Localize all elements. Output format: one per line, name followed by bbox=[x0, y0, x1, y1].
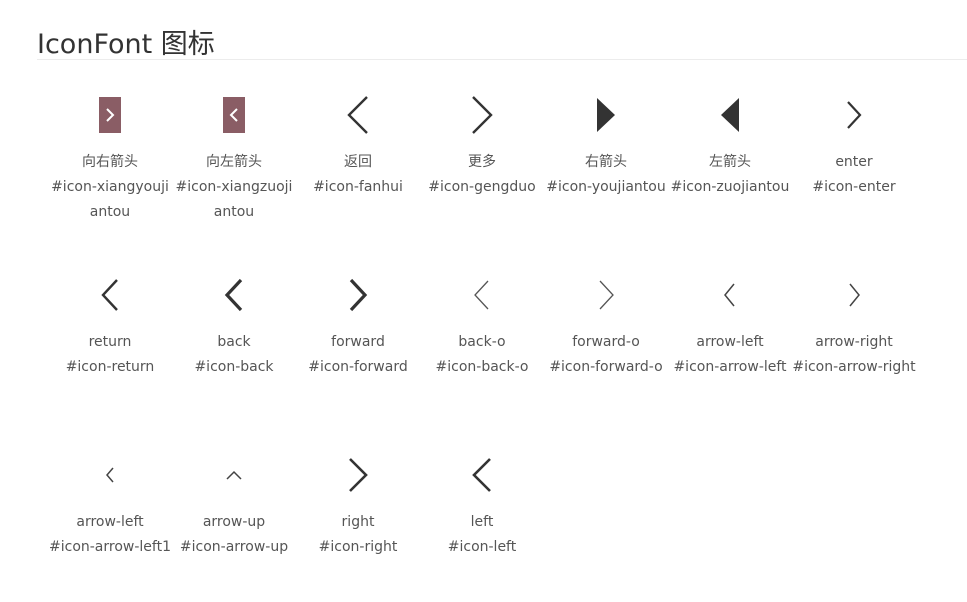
icon-code: #icon-xiangyoujiantou bbox=[51, 179, 169, 220]
arrow-left-boxed-icon bbox=[223, 97, 245, 133]
icon-card[interactable]: 向右箭头 #icon-xiangyoujiantou bbox=[48, 80, 172, 225]
triangle-left-icon bbox=[720, 97, 740, 133]
page-title: IconFont 图标 bbox=[37, 29, 215, 60]
icon-card[interactable]: forward-o #icon-forward-o bbox=[544, 260, 668, 380]
icon-label: right bbox=[341, 514, 375, 530]
chevron-right-icon bbox=[845, 100, 863, 130]
icon-label: 向左箭头 bbox=[206, 154, 262, 170]
icon-label: back bbox=[217, 334, 251, 350]
chevron-right-large-icon bbox=[470, 95, 494, 135]
icon-card[interactable]: 返回 #icon-fanhui bbox=[296, 80, 420, 200]
icon-code: #icon-enter bbox=[812, 179, 896, 195]
icon-code: #icon-right bbox=[318, 539, 398, 555]
icon-card[interactable]: arrow-right #icon-arrow-right bbox=[792, 260, 916, 380]
icon-code: #icon-left bbox=[447, 539, 517, 555]
icon-card[interactable]: 左箭头 #icon-zuojiantou bbox=[668, 80, 792, 200]
icon-label: 返回 bbox=[344, 154, 372, 170]
chevron-left-large-icon bbox=[346, 95, 370, 135]
icon-label: 更多 bbox=[468, 154, 496, 170]
icon-code: #icon-return bbox=[65, 359, 155, 375]
icon-code: #icon-arrow-up bbox=[179, 539, 289, 555]
icon-card[interactable]: 更多 #icon-gengduo bbox=[420, 80, 544, 200]
icon-code: #icon-zuojiantou bbox=[670, 179, 790, 195]
chevron-right-thin-icon bbox=[596, 278, 616, 312]
icon-code: #icon-xiangzuojiantou bbox=[175, 179, 293, 220]
chevron-right-bold-icon bbox=[348, 278, 368, 312]
icon-label: arrow-left bbox=[696, 334, 764, 350]
icon-card[interactable]: arrow-left #icon-arrow-left bbox=[668, 260, 792, 380]
icon-code: #icon-arrow-left1 bbox=[49, 539, 171, 555]
icon-card[interactable]: right #icon-right bbox=[296, 440, 420, 560]
icon-code: #icon-gengduo bbox=[428, 179, 536, 195]
icon-card[interactable]: back-o #icon-back-o bbox=[420, 260, 544, 380]
icon-label: arrow-up bbox=[202, 514, 266, 530]
icon-label: forward bbox=[331, 334, 385, 350]
chevron-left-small-icon bbox=[722, 282, 738, 308]
icon-code: #icon-youjiantou bbox=[546, 179, 666, 195]
icon-code: #icon-fanhui bbox=[313, 179, 403, 195]
icon-card[interactable]: arrow-up #icon-arrow-up bbox=[172, 440, 296, 560]
icon-label: enter bbox=[835, 154, 873, 170]
arrow-right-boxed-icon bbox=[99, 97, 121, 133]
icon-label: return bbox=[88, 334, 132, 350]
chevron-left-bold-icon bbox=[224, 278, 244, 312]
icon-label: 向右箭头 bbox=[82, 154, 138, 170]
icon-code: #icon-forward-o bbox=[549, 359, 663, 375]
icon-label: left bbox=[470, 514, 494, 530]
icon-card[interactable]: 向左箭头 #icon-xiangzuojiantou bbox=[172, 80, 296, 225]
icon-label: forward-o bbox=[572, 334, 640, 350]
chevron-right-medium-icon bbox=[347, 457, 369, 493]
chevron-right-small-icon bbox=[846, 282, 862, 308]
triangle-right-icon bbox=[596, 97, 616, 133]
icon-label: back-o bbox=[458, 334, 506, 350]
icon-card[interactable]: back #icon-back bbox=[172, 260, 296, 380]
icon-label: 左箭头 bbox=[709, 154, 751, 170]
icon-card[interactable]: return #icon-return bbox=[48, 260, 172, 380]
icon-label: arrow-left bbox=[76, 514, 144, 530]
icon-label: arrow-right bbox=[815, 334, 893, 350]
icon-label: 右箭头 bbox=[585, 154, 627, 170]
icon-card[interactable]: left #icon-left bbox=[420, 440, 544, 560]
icon-card[interactable]: 右箭头 #icon-youjiantou bbox=[544, 80, 668, 200]
chevron-left-medium-icon bbox=[471, 457, 493, 493]
chevron-left-icon bbox=[100, 278, 120, 312]
icon-code: #icon-forward bbox=[308, 359, 408, 375]
chevron-left-tiny-icon bbox=[105, 466, 115, 484]
icon-code: #icon-back-o bbox=[435, 359, 529, 375]
icon-code: #icon-arrow-right bbox=[792, 359, 916, 375]
icon-card[interactable]: arrow-left #icon-arrow-left1 bbox=[48, 440, 172, 560]
icon-code: #icon-back bbox=[194, 359, 274, 375]
icon-card[interactable]: enter #icon-enter bbox=[792, 80, 916, 200]
icon-card[interactable]: forward #icon-forward bbox=[296, 260, 420, 380]
title-divider bbox=[37, 59, 967, 60]
chevron-left-thin-icon bbox=[472, 278, 492, 312]
icon-code: #icon-arrow-left bbox=[673, 359, 787, 375]
chevron-up-icon bbox=[225, 469, 243, 481]
